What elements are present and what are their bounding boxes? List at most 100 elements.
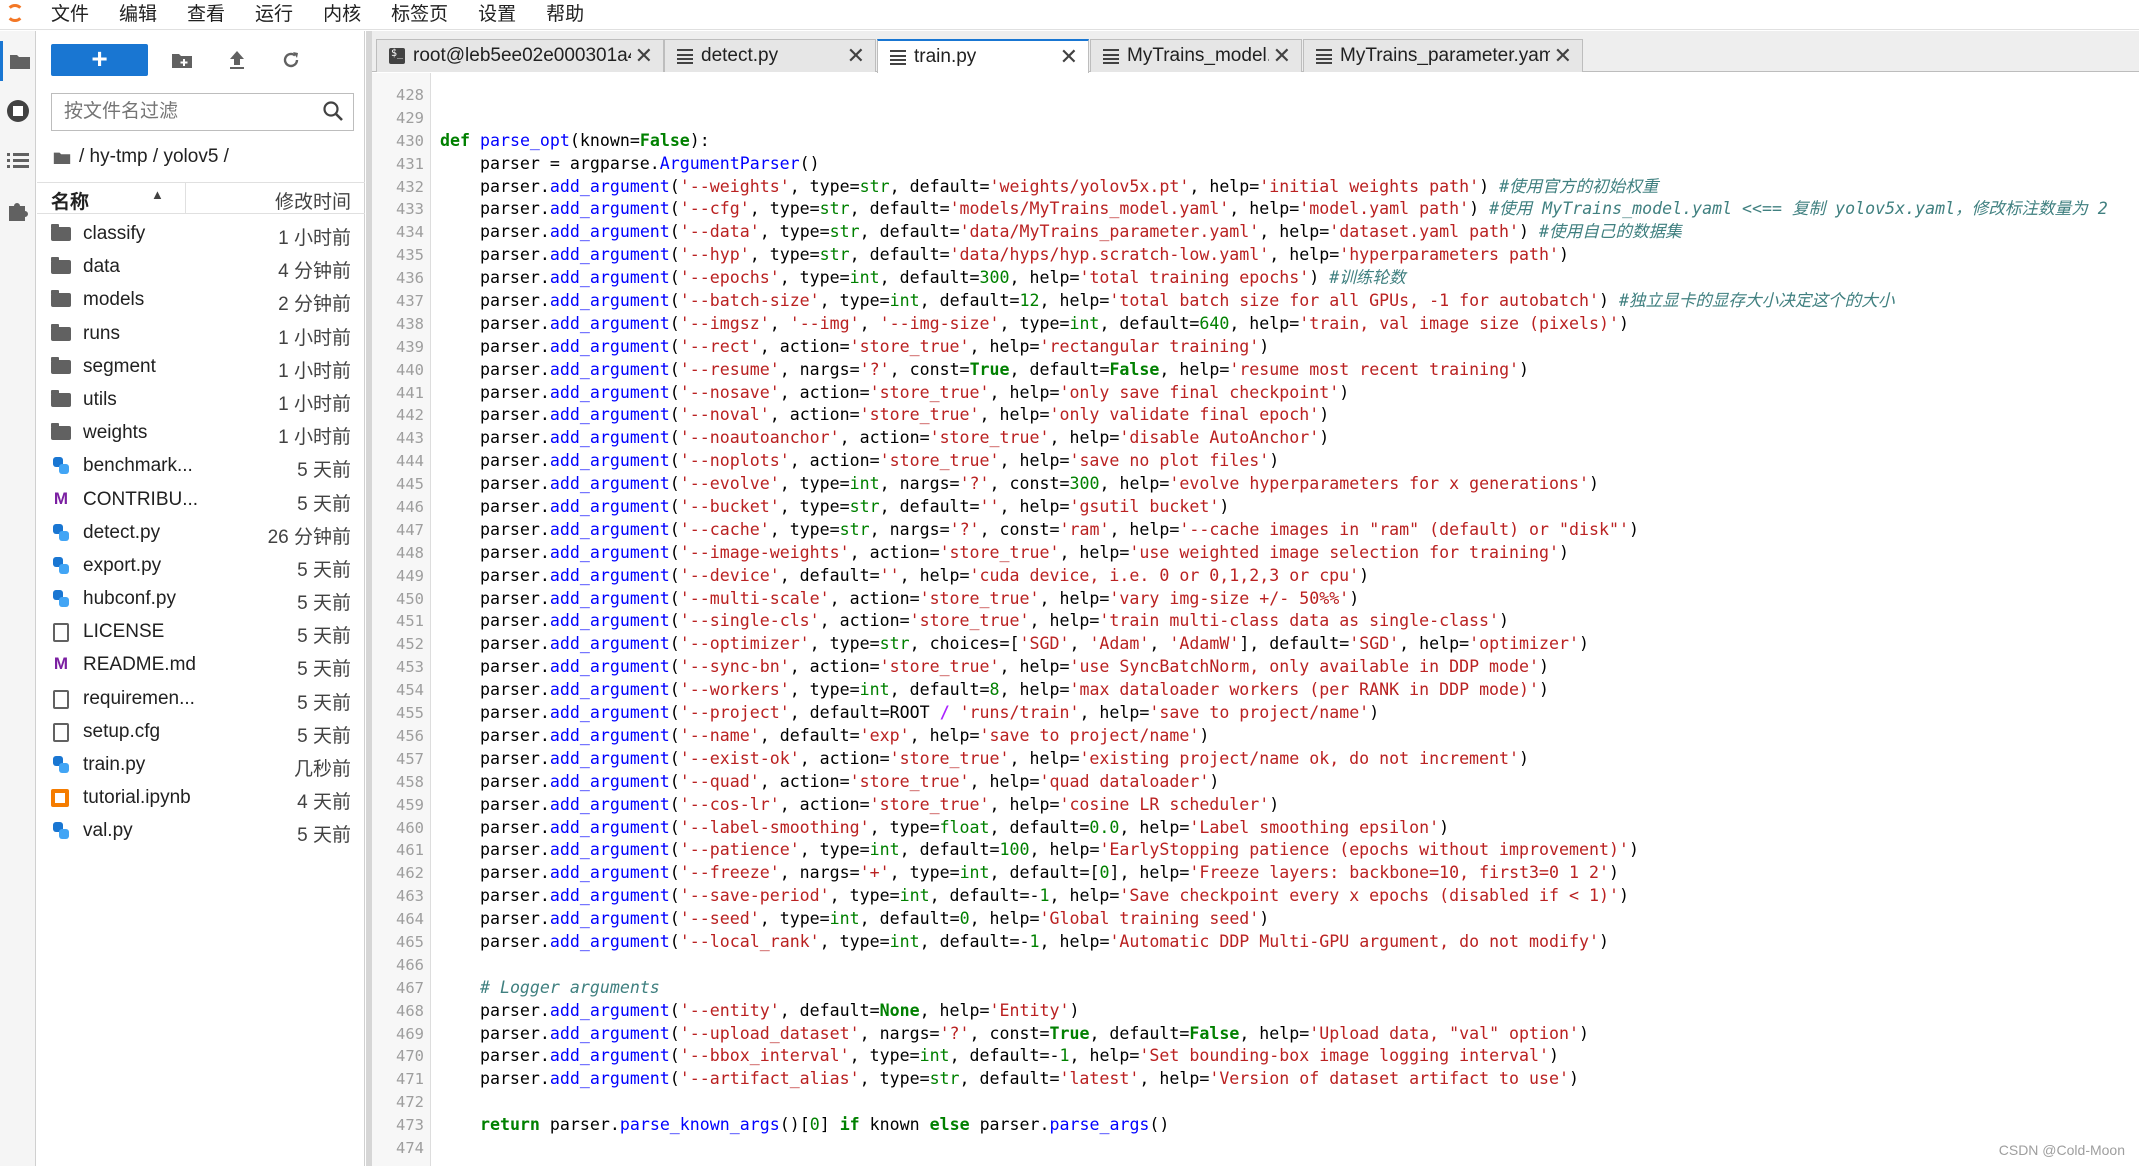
code-line[interactable]: 456 parser.add_argument('--name', defaul… xyxy=(372,725,2139,748)
code-line[interactable]: 446 parser.add_argument('--bucket', type… xyxy=(372,496,2139,519)
file-row[interactable]: train.py 几秒前 xyxy=(37,748,365,781)
code-line[interactable]: 452 parser.add_argument('--optimizer', t… xyxy=(372,633,2139,656)
code-line[interactable]: 464 parser.add_argument('--seed', type=i… xyxy=(372,908,2139,931)
code-line[interactable]: 469 parser.add_argument('--upload_datase… xyxy=(372,1023,2139,1046)
code-line[interactable]: 440 parser.add_argument('--resume', narg… xyxy=(372,359,2139,382)
menu-help[interactable]: 帮助 xyxy=(531,0,599,30)
code-line[interactable]: 458 parser.add_argument('--quad', action… xyxy=(372,771,2139,794)
code-line[interactable]: 467 # Logger arguments xyxy=(372,977,2139,1000)
file-row[interactable]: export.py 5 天前 xyxy=(37,549,365,582)
close-icon[interactable]: ✕ xyxy=(1273,43,1291,69)
file-row[interactable]: requiremen... 5 天前 xyxy=(37,682,365,715)
code-line[interactable]: 460 parser.add_argument('--label-smoothi… xyxy=(372,817,2139,840)
table-of-contents-icon[interactable] xyxy=(0,141,36,181)
tab-root-leb5ee02e000301a41-[interactable]: root@leb5ee02e000301a41:✕ xyxy=(376,39,664,72)
menu-run[interactable]: 运行 xyxy=(240,0,308,30)
tab-mytrains-parameter[interactable]: MyTrains_parameter.yaml ✕ xyxy=(1303,39,1583,72)
code-line[interactable]: 472 xyxy=(372,1091,2139,1114)
code-line[interactable]: 455 parser.add_argument('--project', def… xyxy=(372,702,2139,725)
code-line[interactable]: 444 parser.add_argument('--noplots', act… xyxy=(372,450,2139,473)
folder-icon[interactable] xyxy=(53,150,71,165)
code-line[interactable]: 442 parser.add_argument('--noval', actio… xyxy=(372,404,2139,427)
code-line[interactable]: 437 parser.add_argument('--batch-size', … xyxy=(372,290,2139,313)
code-line[interactable]: 462 parser.add_argument('--freeze', narg… xyxy=(372,862,2139,885)
code-line[interactable]: 473 return parser.parse_known_args()[0] … xyxy=(372,1114,2139,1137)
file-row[interactable]: val.py 5 天前 xyxy=(37,814,365,847)
code-line[interactable]: 432 parser.add_argument('--weights', typ… xyxy=(372,176,2139,199)
file-row[interactable]: M CONTRIBU... 5 天前 xyxy=(37,483,365,516)
column-divider[interactable] xyxy=(185,183,186,213)
file-row[interactable]: hubconf.py 5 天前 xyxy=(37,582,365,615)
code-line[interactable]: 459 parser.add_argument('--cos-lr', acti… xyxy=(372,794,2139,817)
code-line[interactable]: 443 parser.add_argument('--noautoanchor'… xyxy=(372,427,2139,450)
code-line[interactable]: 474 xyxy=(372,1137,2139,1160)
tab-detect[interactable]: detect.py ✕ xyxy=(664,39,876,72)
code-line[interactable]: 438 parser.add_argument('--imgsz', '--im… xyxy=(372,313,2139,336)
code-line[interactable]: 463 parser.add_argument('--save-period',… xyxy=(372,885,2139,908)
menu-settings[interactable]: 设置 xyxy=(463,0,531,30)
code-line[interactable]: 470 parser.add_argument('--bbox_interval… xyxy=(372,1045,2139,1068)
file-row[interactable]: segment 1 小时前 xyxy=(37,350,365,383)
extensions-puzzle-icon[interactable] xyxy=(0,191,36,231)
code-line[interactable]: 457 parser.add_argument('--exist-ok', ac… xyxy=(372,748,2139,771)
file-modified: 1 小时前 xyxy=(278,228,351,249)
menu-file[interactable]: 文件 xyxy=(36,0,104,30)
code-line[interactable]: 430 def parse_opt(known=False): xyxy=(372,130,2139,153)
code-line[interactable]: 445 parser.add_argument('--evolve', type… xyxy=(372,473,2139,496)
code-line[interactable]: 439 parser.add_argument('--rect', action… xyxy=(372,336,2139,359)
tab-train[interactable]: train.py ✕ xyxy=(877,39,1089,73)
code-line[interactable]: 466 xyxy=(372,954,2139,977)
file-row[interactable]: LICENSE 5 天前 xyxy=(37,615,365,648)
code-line[interactable]: 429 xyxy=(372,107,2139,130)
menu-edit[interactable]: 编辑 xyxy=(104,0,172,30)
file-row[interactable]: detect.py 26 分钟前 xyxy=(37,516,365,549)
file-row[interactable]: classify 1 小时前 xyxy=(37,217,365,250)
breadcrumb-path[interactable]: / hy-tmp / yolov5 / xyxy=(79,146,229,168)
file-row[interactable]: tutorial.ipynb 4 天前 xyxy=(37,781,365,814)
code-line[interactable]: 447 parser.add_argument('--cache', type=… xyxy=(372,519,2139,542)
code-line[interactable]: 453 parser.add_argument('--sync-bn', act… xyxy=(372,656,2139,679)
close-icon[interactable]: ✕ xyxy=(1060,44,1078,70)
file-row[interactable]: weights 1 小时前 xyxy=(37,416,365,449)
file-row[interactable]: setup.cfg 5 天前 xyxy=(37,715,365,748)
menu-tabs[interactable]: 标签页 xyxy=(376,0,463,30)
code-line[interactable]: 471 parser.add_argument('--artifact_alia… xyxy=(372,1068,2139,1091)
code-line[interactable]: 434 parser.add_argument('--data', type=s… xyxy=(372,221,2139,244)
menu-kernel[interactable]: 内核 xyxy=(308,0,376,30)
column-name-header[interactable]: 名称 xyxy=(51,187,89,214)
tab-mytrains-model[interactable]: MyTrains_model.yaml✕ xyxy=(1090,39,1302,72)
code-line[interactable]: 435 parser.add_argument('--hyp', type=st… xyxy=(372,244,2139,267)
file-row[interactable]: benchmark... 5 天前 xyxy=(37,449,365,482)
file-row[interactable]: runs 1 小时前 xyxy=(37,317,365,350)
code-line[interactable]: 433 parser.add_argument('--cfg', type=st… xyxy=(372,198,2139,221)
new-folder-icon[interactable] xyxy=(162,44,202,76)
code-line[interactable]: 450 parser.add_argument('--multi-scale',… xyxy=(372,588,2139,611)
file-row[interactable]: M README.md 5 天前 xyxy=(37,648,365,681)
code-line[interactable]: 436 parser.add_argument('--epochs', type… xyxy=(372,267,2139,290)
file-browser-folder-icon[interactable] xyxy=(0,41,36,81)
menu-view[interactable]: 查看 xyxy=(172,0,240,30)
code-line[interactable]: 451 parser.add_argument('--single-cls', … xyxy=(372,610,2139,633)
code-line[interactable]: 431 parser = argparse.ArgumentParser() xyxy=(372,153,2139,176)
code-line[interactable]: 448 parser.add_argument('--image-weights… xyxy=(372,542,2139,565)
file-row[interactable]: data 4 分钟前 xyxy=(37,250,365,283)
file-row[interactable]: utils 1 小时前 xyxy=(37,383,365,416)
close-icon[interactable]: ✕ xyxy=(1554,43,1572,69)
close-icon[interactable]: ✕ xyxy=(635,43,653,69)
code-line[interactable]: 428 xyxy=(372,84,2139,107)
code-line[interactable]: 441 parser.add_argument('--nosave', acti… xyxy=(372,382,2139,405)
new-launcher-button[interactable]: + xyxy=(51,44,148,76)
running-sessions-stop-icon[interactable] xyxy=(0,91,36,131)
code-line[interactable]: 465 parser.add_argument('--local_rank', … xyxy=(372,931,2139,954)
code-line[interactable]: 449 parser.add_argument('--device', defa… xyxy=(372,565,2139,588)
close-icon[interactable]: ✕ xyxy=(847,43,865,69)
upload-icon[interactable] xyxy=(217,44,257,76)
code-line[interactable]: 461 parser.add_argument('--patience', ty… xyxy=(372,839,2139,862)
file-row[interactable]: models 2 分钟前 xyxy=(37,283,365,316)
code-line[interactable]: 454 parser.add_argument('--workers', typ… xyxy=(372,679,2139,702)
code-editor[interactable]: 428 429 430 def parse_opt(known=False): 431 … xyxy=(372,73,2139,1166)
column-modified-header[interactable]: 修改时间 xyxy=(275,187,351,214)
refresh-icon[interactable] xyxy=(271,44,311,76)
filter-input[interactable] xyxy=(52,94,312,130)
code-line[interactable]: 468 parser.add_argument('--entity', defa… xyxy=(372,1000,2139,1023)
